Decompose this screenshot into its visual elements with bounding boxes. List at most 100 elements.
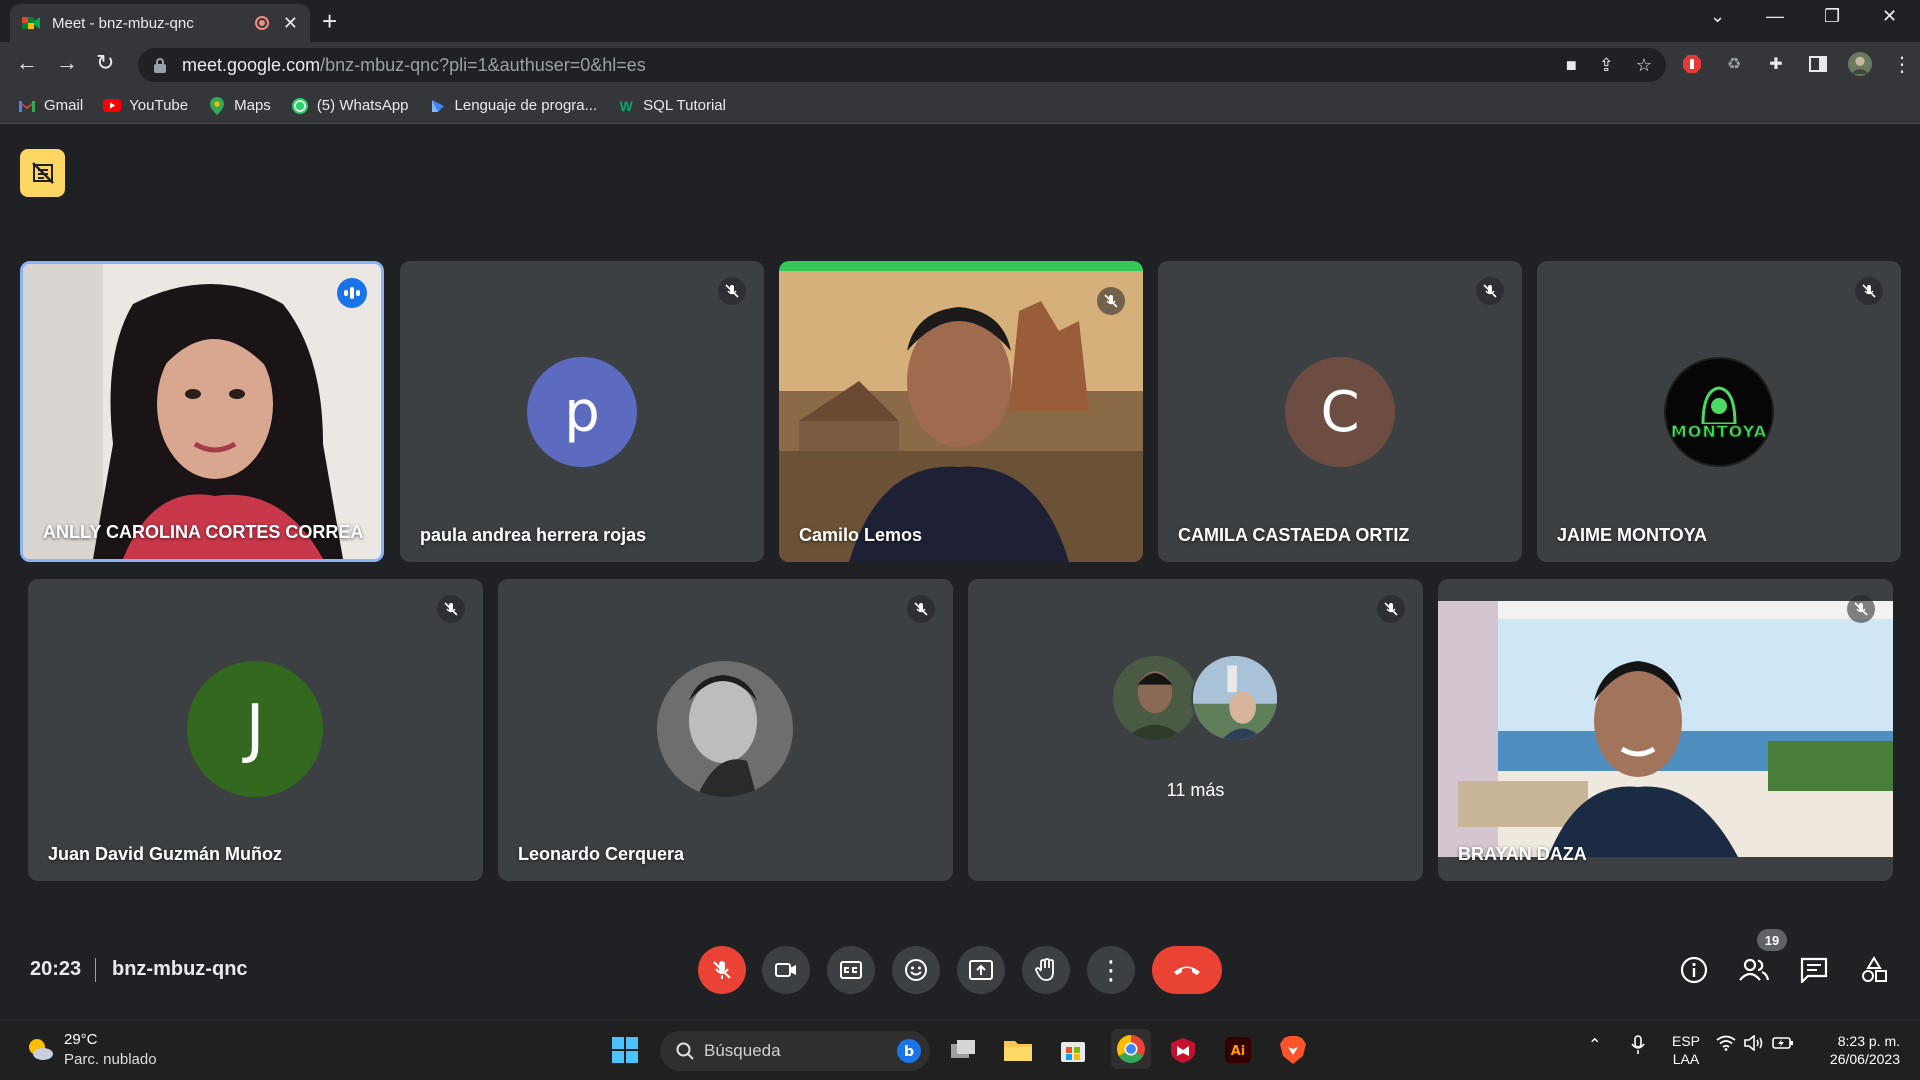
bookmark-star-icon[interactable]: ☆ [1636,55,1652,76]
participant-tile-camilo[interactable]: Camilo Lemos [779,261,1143,562]
avatar: p [527,357,637,467]
participant-tile-camila[interactable]: C CAMILA CASTAEDA ORTIZ [1158,261,1522,562]
youtube-icon [103,98,122,114]
weather-description[interactable]: Parc. nublado [64,1051,157,1068]
participant-tile-paula[interactable]: p paula andrea herrera rojas [400,261,764,562]
restore-button[interactable]: ❐ [1824,6,1840,27]
participant-count-badge: 19 [1757,929,1787,951]
folder-icon [1004,1041,1032,1061]
no-video-icon [31,162,54,184]
present-screen-button[interactable] [957,946,1005,994]
weather-temperature[interactable]: 29°C [64,1031,98,1048]
recording-indicator-icon [254,16,269,30]
activities-shapes-icon [1862,956,1887,982]
avatar: C [1285,357,1395,467]
search-placeholder: Búsqueda [704,1041,781,1060]
microsoft-store-button[interactable] [1056,1033,1090,1067]
camera-in-use-icon[interactable]: ■ [1566,55,1577,76]
mic-off-icon [1476,277,1504,305]
chrome-taskbar-button[interactable] [1111,1029,1151,1069]
microphone-in-use-icon[interactable] [1630,1035,1646,1058]
forward-button[interactable]: → [56,50,78,76]
bookmark-lenguaje[interactable]: Lenguaje de progra... [429,97,597,114]
leave-call-button[interactable] [1152,946,1222,994]
people-button[interactable] [1738,954,1770,986]
participant-tile-juan-david[interactable]: J Juan David Guzmán Muñoz [28,579,483,881]
participant-name: JAIME MONTOYA [1557,525,1708,545]
minimize-button[interactable]: — [1766,6,1784,27]
browser-tab-meet[interactable]: Meet - bnz-mbuz-qnc ✕ [10,4,310,42]
participant-tile-leonardo[interactable]: Leonardo Cerquera [498,579,953,881]
raise-hand-button[interactable] [1022,946,1070,994]
close-window-button[interactable]: ✕ [1882,6,1897,27]
mcafee-button[interactable] [1166,1033,1200,1067]
task-view-button[interactable] [946,1033,980,1067]
share-icon[interactable]: ⇪ [1599,55,1614,76]
extensions-puzzle-icon[interactable]: ✚ [1764,52,1788,76]
participant-tile-jaime[interactable]: MONTOYA JAIME MONTOYA [1537,261,1901,562]
side-panel-icon[interactable] [1806,52,1830,76]
brave-button[interactable] [1276,1033,1310,1067]
chrome-icon [1117,1035,1145,1063]
system-clock[interactable]: 8:23 p. m. 26/06/2023 [1808,1032,1900,1068]
toggle-microphone-button[interactable] [698,946,746,994]
brave-lion-icon [1280,1036,1306,1064]
show-hidden-icons-chevron-icon[interactable]: ⌃ [1588,1035,1601,1055]
url-host: meet.google.com [182,54,321,75]
video-off-notice-button[interactable] [20,149,65,197]
bookmark-gmail[interactable]: Gmail [18,97,83,114]
raise-hand-icon [1035,958,1054,981]
participant-tile-brayan[interactable]: BRAYAN DAZA [1438,579,1893,881]
svg-text:Ai: Ai [1231,1044,1246,1059]
windows-logo-icon [612,1037,638,1063]
bookmark-sql-tutorial[interactable]: W SQL Tutorial [617,97,726,114]
adblock-extension-icon[interactable] [1680,52,1704,76]
mic-off-icon [1855,277,1883,305]
toggle-camera-button[interactable] [762,946,810,994]
new-tab-button[interactable]: + [322,6,337,37]
profile-avatar[interactable] [1848,52,1872,76]
mic-off-icon [437,595,465,623]
tab-close-icon[interactable]: ✕ [283,13,298,34]
participant-tile-anlly[interactable]: ANLLY CAROLINA CORTES CORREA [20,261,384,562]
file-explorer-button[interactable] [1001,1033,1035,1067]
participant-name: paula andrea herrera rojas [420,525,647,545]
avatar: J [187,661,323,797]
tab-search-chevron-icon[interactable]: ⌄ [1710,6,1725,27]
emoji-icon [905,959,927,981]
participant-name: ANLLY CAROLINA CORTES CORREA [43,522,364,542]
windows-taskbar: 29°C Parc. nublado Búsqueda b Ai ⌃ ESP L… [0,1020,1920,1080]
info-icon [1680,956,1708,984]
browser-menu-icon[interactable]: ⋮ [1890,52,1914,76]
speaking-indicator-icon [337,278,367,308]
bookmark-whatsapp[interactable]: (5) WhatsApp [291,97,409,114]
back-button[interactable]: ← [16,50,38,76]
reload-button[interactable]: ↻ [96,50,114,76]
mic-off-icon [1847,595,1875,623]
windows-start-button[interactable] [608,1033,642,1067]
bookmark-youtube[interactable]: YouTube [103,97,188,114]
hooded-figure-icon [1701,385,1737,424]
more-options-button[interactable]: ⋮ [1087,946,1135,994]
volume-icon[interactable] [1744,1034,1764,1054]
meeting-details-button[interactable] [1678,954,1710,986]
wifi-icon[interactable] [1716,1035,1736,1054]
present-icon [969,960,993,980]
taskbar-search[interactable]: Búsqueda b [660,1031,930,1071]
more-participants-tile[interactable]: 11 más [968,579,1423,881]
partly-cloudy-icon[interactable] [26,1035,54,1063]
mic-off-icon [713,961,731,979]
battery-charging-icon[interactable] [1772,1035,1794,1054]
recycle-extension-icon[interactable]: ♻ [1722,52,1746,76]
input-language-indicator[interactable]: ESP LAA [1672,1032,1700,1068]
chat-button[interactable] [1798,954,1830,986]
lock-icon[interactable] [152,57,168,73]
captions-button[interactable] [827,946,875,994]
bookmark-maps[interactable]: Maps [208,96,271,115]
reactions-button[interactable] [892,946,940,994]
montoya-logo-avatar: MONTOYA [1664,357,1774,467]
address-bar[interactable]: meet.google.com/bnz-mbuz-qnc?pli=1&authu… [138,48,1666,82]
more-participants-label: 11 más [1166,780,1225,800]
activities-button[interactable] [1858,954,1890,986]
illustrator-button[interactable]: Ai [1221,1033,1255,1067]
